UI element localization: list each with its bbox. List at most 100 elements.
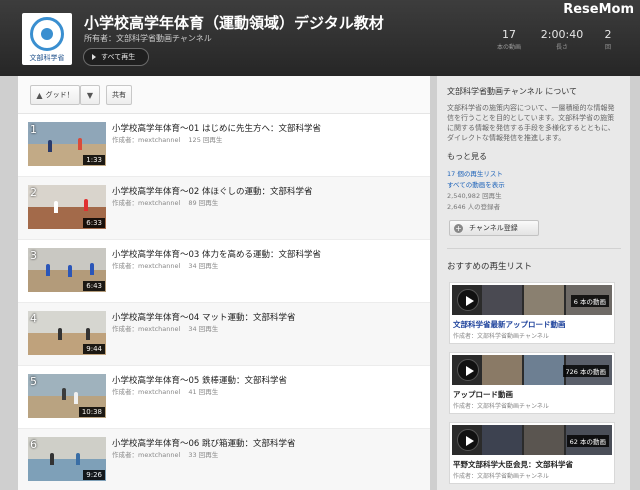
thumbnail-image xyxy=(482,285,522,315)
video-title[interactable]: 小学校高学年体育～03 体力を高める運動：文部科学省 xyxy=(112,248,321,260)
video-meta: 作成者：mextchannel 89 回再生 xyxy=(112,197,224,207)
video-thumbnail[interactable]: 1 1:33 xyxy=(28,122,106,166)
channel-description: 文部科学省の施策内容について、一層積極的な情報発信を行うことを目的としています。… xyxy=(447,104,615,142)
figure-shape xyxy=(46,264,50,276)
video-title[interactable]: 小学校高学年体育～05 鉄棒運動：文部科学省 xyxy=(112,374,287,386)
playlist-author[interactable]: 作成者：文部科学省動画チャンネル xyxy=(453,471,549,480)
play-icon xyxy=(457,289,479,311)
video-author[interactable]: 作成者：mextchannel xyxy=(112,262,180,270)
share-label: 共有 xyxy=(112,91,126,99)
channel-links: 17 個の再生リスト すべての動画を表示 2,540,982 回再生 2,646… xyxy=(447,169,505,213)
plus-icon: + xyxy=(454,223,463,233)
playlist-main: ▲ グッド！ ▼ 共有 1 1:33 小学校高学年体育～01 はじめに先生方へ：… xyxy=(18,76,430,490)
video-title[interactable]: 小学校高学年体育～02 体ほぐしの運動：文部科学省 xyxy=(112,185,313,197)
logo-label: 文部科学省 xyxy=(29,54,65,62)
stat-value: 2 xyxy=(604,28,612,41)
recommended-playlist[interactable]: 726 本の動画 アップロード動画 作成者：文部科学省動画チャンネル xyxy=(449,352,615,414)
thumbnail-background xyxy=(28,437,106,459)
video-author[interactable]: 作成者：mextchannel xyxy=(112,136,180,144)
video-index: 3 xyxy=(30,249,37,262)
video-item[interactable]: 4 9:44 小学校高学年体育～04 マット運動：文部科学省 作成者：mextc… xyxy=(18,303,430,366)
video-thumbnail[interactable]: 2 6:33 xyxy=(28,185,106,229)
thumbnail-background xyxy=(28,248,106,270)
video-duration: 1:33 xyxy=(83,155,105,165)
video-views: 41 回再生 xyxy=(188,388,219,396)
stat-label: 回 xyxy=(604,44,611,51)
all-videos-link[interactable]: すべての動画を表示 xyxy=(447,180,505,191)
figure-shape xyxy=(58,328,62,340)
video-title[interactable]: 小学校高学年体育～06 跳び箱運動：文部科学省 xyxy=(112,437,296,449)
play-icon xyxy=(457,429,479,451)
subscriber-count: 2,646 人の登録者 xyxy=(447,203,501,211)
video-author[interactable]: 作成者：mextchannel xyxy=(112,199,180,207)
figure-shape xyxy=(62,388,66,400)
thumbnail-image xyxy=(524,425,564,455)
stat-views: 2 回 xyxy=(600,28,616,51)
playlist-author[interactable]: 作成者：文部科学省動画チャンネル xyxy=(453,331,549,340)
figure-shape xyxy=(48,140,52,152)
playlist-owner[interactable]: 所有者：文部科学省動画チャンネル xyxy=(84,33,212,44)
playlist-title[interactable]: 平野文部科学大臣会見：文部科学省 xyxy=(453,459,573,470)
playlist-thumbnail[interactable]: 6 本の動画 xyxy=(452,285,612,315)
video-views: 34 回再生 xyxy=(188,325,219,333)
play-icon xyxy=(457,359,479,381)
video-author[interactable]: 作成者：mextchannel xyxy=(112,325,180,333)
play-icon xyxy=(92,54,96,60)
play-all-button[interactable]: すべて再生 xyxy=(83,48,149,66)
video-thumbnail[interactable]: 6 9:26 xyxy=(28,437,106,481)
thumbnail-image xyxy=(482,355,522,385)
figure-shape xyxy=(78,138,82,150)
video-item[interactable]: 2 6:33 小学校高学年体育～02 体ほぐしの運動：文部科学省 作成者：mex… xyxy=(18,177,430,240)
figure-shape xyxy=(68,265,72,277)
recommended-playlist[interactable]: 62 本の動画 平野文部科学大臣会見：文部科学省 作成者：文部科学省動画チャンネ… xyxy=(449,422,615,484)
video-meta: 作成者：mextchannel 33 回再生 xyxy=(112,449,224,459)
video-thumbnail[interactable]: 5 10:38 xyxy=(28,374,106,418)
figure-shape xyxy=(90,263,94,275)
subscribe-label: チャンネル登録 xyxy=(469,224,518,232)
video-duration: 6:43 xyxy=(83,281,105,291)
subscribe-button[interactable]: + チャンネル登録 xyxy=(449,220,539,236)
channel-about-heading[interactable]: 文部科学省動画チャンネル について xyxy=(447,86,577,97)
video-thumbnail[interactable]: 4 9:44 xyxy=(28,311,106,355)
video-index: 1 xyxy=(30,123,37,136)
dislike-button[interactable]: ▼ xyxy=(80,85,100,105)
more-heading: もっと見る xyxy=(447,152,487,161)
thumbnail-image xyxy=(524,355,564,385)
video-thumbnail[interactable]: 3 6:43 xyxy=(28,248,106,292)
playlists-link[interactable]: 17 個の再生リスト xyxy=(447,169,505,180)
playlist-video-count: 726 本の動画 xyxy=(562,365,609,377)
figure-shape xyxy=(84,199,88,211)
playlist-thumbnail[interactable]: 62 本の動画 xyxy=(452,425,612,455)
ministry-logo[interactable]: 文部科学省 xyxy=(22,13,72,65)
video-author[interactable]: 作成者：mextchannel xyxy=(112,451,180,459)
video-item[interactable]: 5 10:38 小学校高学年体育～05 鉄棒運動：文部科学省 作成者：mextc… xyxy=(18,366,430,429)
video-item[interactable]: 6 9:26 小学校高学年体育～06 跳び箱運動：文部科学省 作成者：mextc… xyxy=(18,429,430,490)
like-button[interactable]: ▲ グッド！ xyxy=(30,85,80,105)
video-views: 89 回再生 xyxy=(188,199,219,207)
video-item[interactable]: 3 6:43 小学校高学年体育～03 体力を高める運動：文部科学省 作成者：me… xyxy=(18,240,430,303)
playlist-thumbnail[interactable]: 726 本の動画 xyxy=(452,355,612,385)
video-item[interactable]: 1 1:33 小学校高学年体育～01 はじめに先生方へ：文部科学省 作成者：me… xyxy=(18,114,430,177)
like-label: グッド！ xyxy=(45,91,74,99)
video-author[interactable]: 作成者：mextchannel xyxy=(112,388,180,396)
video-title[interactable]: 小学校高学年体育～01 はじめに先生方へ：文部科学省 xyxy=(112,122,321,134)
thumbnail-background xyxy=(28,122,106,144)
playlist-title[interactable]: アップロード動画 xyxy=(453,389,513,400)
video-meta: 作成者：mextchannel 125 回再生 xyxy=(112,134,228,144)
stat-value: 17 xyxy=(502,28,516,41)
playlist-title[interactable]: 文部科学省最新アップロード動画 xyxy=(453,319,566,330)
video-title[interactable]: 小学校高学年体育～04 マット運動：文部科学省 xyxy=(112,311,296,323)
video-views: 34 回再生 xyxy=(188,262,219,270)
stat-value: 2:00:40 xyxy=(540,28,584,41)
recommended-playlist[interactable]: 6 本の動画 文部科学省最新アップロード動画 作成者：文部科学省動画チャンネル xyxy=(449,282,615,344)
playlist-author[interactable]: 作成者：文部科学省動画チャンネル xyxy=(453,401,549,410)
figure-shape xyxy=(86,328,90,340)
action-bar: ▲ グッド！ ▼ 共有 xyxy=(18,76,430,114)
total-views: 2,540,982 回再生 xyxy=(447,192,502,200)
divider xyxy=(447,248,621,249)
share-button[interactable]: 共有 xyxy=(106,85,132,105)
video-meta: 作成者：mextchannel 34 回再生 xyxy=(112,260,224,270)
video-meta: 作成者：mextchannel 34 回再生 xyxy=(112,323,224,333)
stat-video-count: 17 本の動画 xyxy=(497,28,521,51)
playlist-video-count: 6 本の動画 xyxy=(570,295,609,307)
